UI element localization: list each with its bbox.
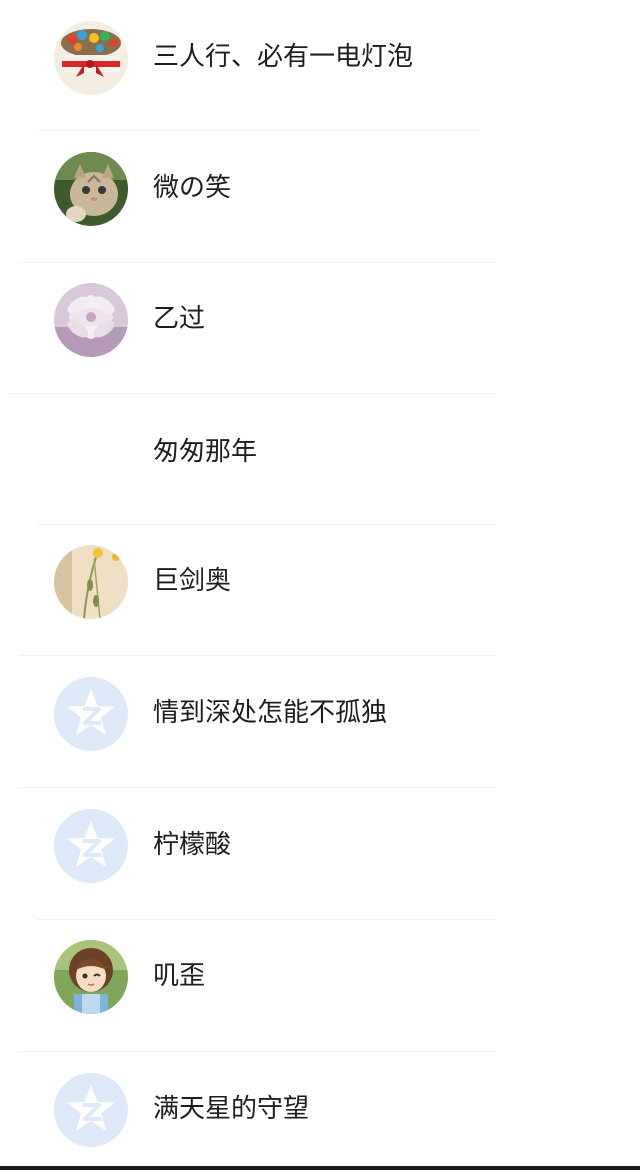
anime-girl-avatar-icon <box>54 940 128 1014</box>
contact-name: 乙过 <box>153 304 206 334</box>
contact-name: 微の笑 <box>153 173 232 203</box>
contact-name: 情到深处怎能不孤独 <box>153 698 388 728</box>
contact-row[interactable]: 满天星的守望 <box>0 1051 640 1170</box>
contact-name: 匆匆那年 <box>153 437 258 467</box>
qzone-default-avatar-icon <box>54 1073 128 1147</box>
kitten-avatar-icon <box>54 152 128 226</box>
contact-name: 巨剑奥 <box>153 566 232 596</box>
contact-row[interactable]: 三人行、必有一电灯泡 <box>0 0 640 131</box>
contact-row[interactable]: 巨剑奥 <box>0 524 640 656</box>
contact-row[interactable]: 情到深处怎能不孤独 <box>0 655 640 788</box>
qzone-default-avatar-icon <box>54 809 128 883</box>
contact-row[interactable]: 叽歪 <box>0 919 640 1052</box>
contact-row[interactable]: 匆匆那年 <box>0 393 640 525</box>
bottom-edge-bar <box>0 1166 640 1170</box>
contact-row[interactable]: 柠檬酸 <box>0 787 640 920</box>
contact-name: 叽歪 <box>153 961 206 991</box>
plant-avatar-icon <box>54 545 128 619</box>
contact-list: 三人行、必有一电灯泡 微の笑 乙过 匆匆那年 巨剑奥 情到深处怎能不孤独 柠檬酸… <box>0 0 640 1170</box>
qzone-default-avatar-icon <box>54 677 128 751</box>
cake-avatar-icon <box>54 21 128 95</box>
contact-row[interactable]: 乙过 <box>0 262 640 394</box>
contact-name: 满天星的守望 <box>153 1094 310 1124</box>
contact-row[interactable]: 微の笑 <box>0 131 640 263</box>
flower-avatar-icon <box>54 283 128 357</box>
contact-name: 三人行、必有一电灯泡 <box>153 42 414 72</box>
contact-name: 柠檬酸 <box>153 830 232 860</box>
